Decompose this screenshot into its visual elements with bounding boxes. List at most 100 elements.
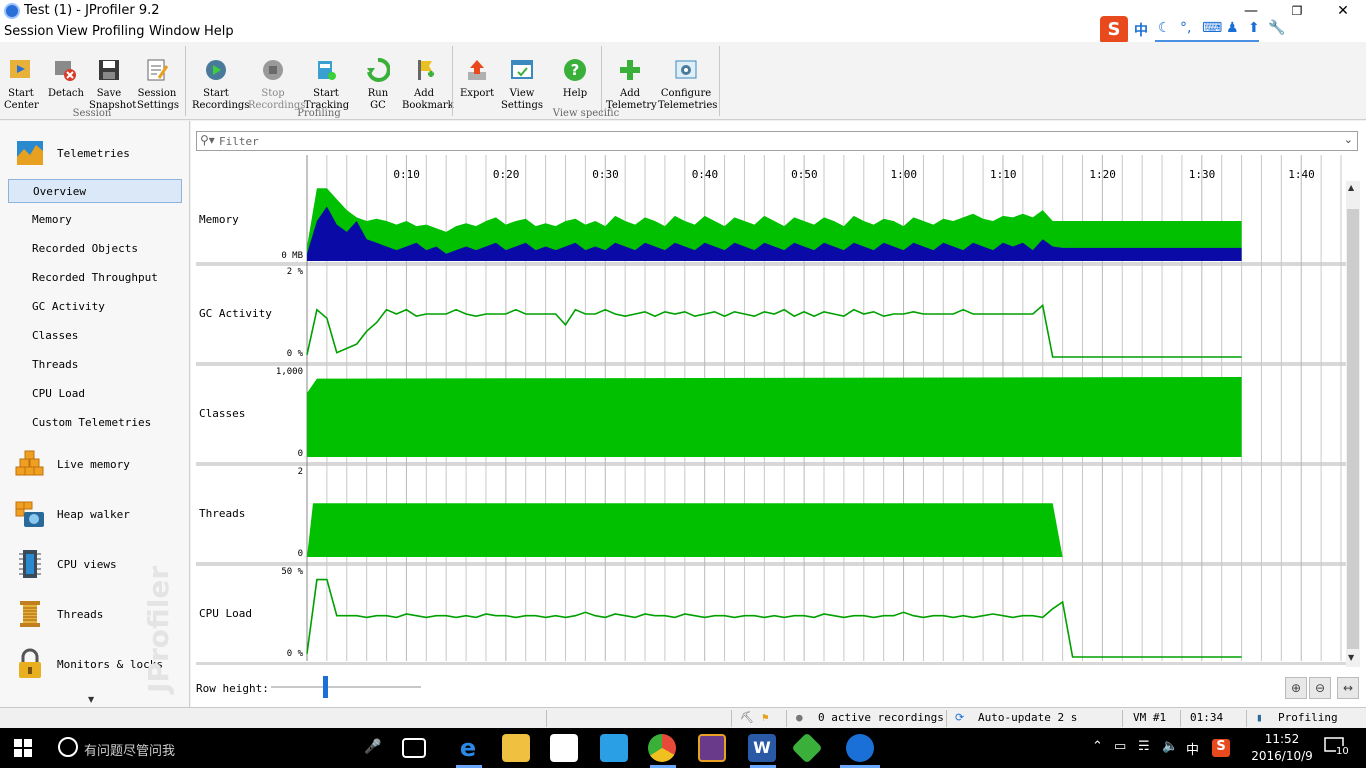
sidebar-scroll-down-icon[interactable]: ▼ bbox=[88, 695, 94, 704]
row-divider bbox=[196, 562, 1346, 566]
app-diamond-icon[interactable] bbox=[791, 732, 823, 764]
user-icon[interactable]: ♟ bbox=[1226, 20, 1239, 36]
punctuation-icon[interactable]: °, bbox=[1180, 20, 1191, 36]
word-icon[interactable]: W bbox=[748, 734, 776, 762]
group-label-session: Session bbox=[72, 108, 112, 119]
view-settings-button[interactable]: View Settings bbox=[500, 46, 544, 112]
sidebar-item-recorded-objects[interactable]: Recorded Objects bbox=[8, 237, 182, 261]
wrench-icon[interactable]: 🔧 bbox=[1268, 20, 1285, 36]
windows-start-icon[interactable] bbox=[14, 739, 32, 757]
group-label-view-specific: View specific bbox=[552, 108, 620, 119]
refresh-icon[interactable]: ⟳ bbox=[955, 711, 964, 724]
session-settings-button[interactable]: Session Settings bbox=[137, 46, 179, 112]
live-memory-icon bbox=[15, 450, 44, 476]
sidebar-item-overview[interactable]: Overview bbox=[8, 179, 182, 203]
detach-button[interactable]: Detach bbox=[48, 46, 84, 100]
clock-date[interactable]: 2016/10/9 bbox=[1247, 749, 1317, 763]
save-icon bbox=[99, 60, 119, 80]
wifi-icon[interactable]: ☴ bbox=[1138, 739, 1150, 754]
profiling-mode-icon: ▮ bbox=[1256, 711, 1263, 724]
add-bookmark-button[interactable]: Add Bookmark bbox=[402, 46, 454, 112]
run-gc-button[interactable]: Run GC bbox=[360, 46, 396, 112]
sidebar-item-memory[interactable]: Memory bbox=[8, 208, 182, 232]
keyboard-icon[interactable]: ⌨ bbox=[1202, 20, 1222, 36]
sidebar-item-classes[interactable]: Classes bbox=[8, 324, 182, 348]
time-tick-label: 0:20 bbox=[492, 168, 520, 181]
bookmark-tool-icon[interactable]: ⛏ bbox=[740, 711, 754, 724]
status-separator bbox=[1180, 710, 1181, 727]
tray-expand-icon[interactable]: ⌃ bbox=[1092, 739, 1103, 754]
scrollbar-thumb[interactable] bbox=[1347, 209, 1359, 649]
add-telemetry-button[interactable]: Add Telemetry bbox=[606, 46, 657, 112]
menu-session[interactable]: Session bbox=[4, 24, 54, 39]
sidebar-item-cpu-load[interactable]: CPU Load bbox=[8, 382, 182, 406]
help-button[interactable]: ? Help bbox=[558, 46, 592, 100]
close-button[interactable]: ✕ bbox=[1320, 0, 1366, 22]
upload-icon[interactable]: ⬆ bbox=[1248, 20, 1260, 36]
bookmark-icon bbox=[418, 60, 434, 80]
menu-window[interactable]: Window bbox=[149, 24, 200, 39]
notification-count: 10 bbox=[1336, 746, 1349, 757]
toolbar: Start Center Detach Save Snapshot Sessio… bbox=[0, 42, 1366, 120]
taskbar-search-input[interactable]: 有问题尽管问我 bbox=[84, 740, 175, 759]
scroll-up-icon[interactable]: ▲ bbox=[1348, 183, 1354, 192]
sidebar-item-gc-activity[interactable]: GC Activity bbox=[8, 295, 182, 319]
ime-lang[interactable]: 中 bbox=[1134, 20, 1148, 40]
save-snapshot-button[interactable]: Save Snapshot bbox=[89, 46, 136, 112]
edge-icon[interactable]: e bbox=[454, 734, 482, 762]
fit-button[interactable]: ↔ bbox=[1337, 677, 1359, 699]
notification-center[interactable]: 10 bbox=[1324, 737, 1350, 759]
vertical-scrollbar[interactable]: ▲ ▼ bbox=[1346, 181, 1360, 667]
chrome-icon[interactable] bbox=[648, 734, 676, 762]
zoom-out-icon: ⊖ bbox=[1314, 681, 1326, 695]
start-center-button[interactable]: Start Center bbox=[4, 46, 39, 112]
help-label: Help bbox=[562, 88, 588, 99]
add-icon bbox=[620, 60, 640, 80]
store-icon[interactable] bbox=[550, 734, 578, 762]
row-label-threads: Threads bbox=[199, 507, 246, 520]
microphone-icon[interactable]: 🎤 bbox=[364, 739, 381, 755]
sogou-tray-icon[interactable]: S bbox=[1212, 739, 1230, 757]
auto-update-status[interactable]: Auto-update 2 s bbox=[978, 711, 1077, 724]
start-tracking-button[interactable]: Start Tracking bbox=[304, 46, 349, 112]
filter-field[interactable]: ⚲▾ Filter ⌄ bbox=[196, 131, 1358, 151]
sidebar-item-threads[interactable]: Threads bbox=[8, 353, 182, 377]
menu-view[interactable]: View bbox=[57, 24, 88, 39]
screen: Test (1) - JProfiler 9.2 — ❐ ✕ Session V… bbox=[0, 0, 1366, 768]
task-view-icon[interactable] bbox=[402, 738, 426, 758]
game-app-icon[interactable] bbox=[698, 734, 726, 762]
clock-time[interactable]: 11:52 bbox=[1252, 732, 1312, 746]
taskbar-ime-lang[interactable]: 中 bbox=[1186, 739, 1199, 758]
flag-icon[interactable]: ⚑ bbox=[762, 711, 769, 724]
zoom-in-button[interactable]: ⊕ bbox=[1285, 677, 1307, 699]
export-label: Export bbox=[460, 88, 495, 99]
sidebar-item-custom-telemetries[interactable]: Custom Telemetries bbox=[8, 411, 182, 435]
bird-app-icon[interactable] bbox=[600, 734, 628, 762]
sidebar-item-recorded-throughput[interactable]: Recorded Throughput bbox=[8, 266, 182, 290]
stop-icon bbox=[263, 60, 283, 80]
cortana-icon[interactable] bbox=[58, 737, 78, 757]
menu-help[interactable]: Help bbox=[204, 24, 234, 39]
jprofiler-taskbar-icon[interactable] bbox=[846, 734, 874, 762]
file-explorer-icon[interactable] bbox=[502, 734, 530, 762]
row-height-slider-track[interactable] bbox=[271, 686, 421, 688]
menu-profiling[interactable]: Profiling bbox=[92, 24, 145, 39]
gc-icon bbox=[367, 57, 391, 82]
jprofiler-watermark: JProfiler bbox=[142, 566, 175, 695]
row-height-slider-thumb[interactable] bbox=[323, 676, 328, 698]
volume-icon[interactable]: 🔈 bbox=[1162, 739, 1178, 754]
sogou-icon[interactable]: S bbox=[1100, 16, 1128, 44]
moon-icon[interactable]: ☾ bbox=[1158, 20, 1171, 36]
battery-icon[interactable]: ▭ bbox=[1114, 739, 1126, 754]
stop-recordings-button[interactable]: Stop Recordings bbox=[248, 46, 305, 112]
row-label-gc-activity: GC Activity bbox=[199, 307, 272, 320]
zoom-out-button[interactable]: ⊖ bbox=[1309, 677, 1331, 699]
export-button[interactable]: Export bbox=[460, 46, 494, 100]
y-axis-bottom-label: 0 % bbox=[286, 349, 303, 359]
scroll-down-icon[interactable]: ▼ bbox=[1348, 653, 1354, 662]
configure-telemetries-button[interactable]: Configure Telemetries bbox=[658, 46, 717, 112]
tracking-icon bbox=[318, 61, 336, 80]
time-tick-label: 1:40 bbox=[1288, 168, 1315, 181]
chevron-down-icon[interactable]: ⌄ bbox=[1344, 133, 1353, 146]
start-recordings-button[interactable]: Start Recordings bbox=[192, 46, 249, 112]
